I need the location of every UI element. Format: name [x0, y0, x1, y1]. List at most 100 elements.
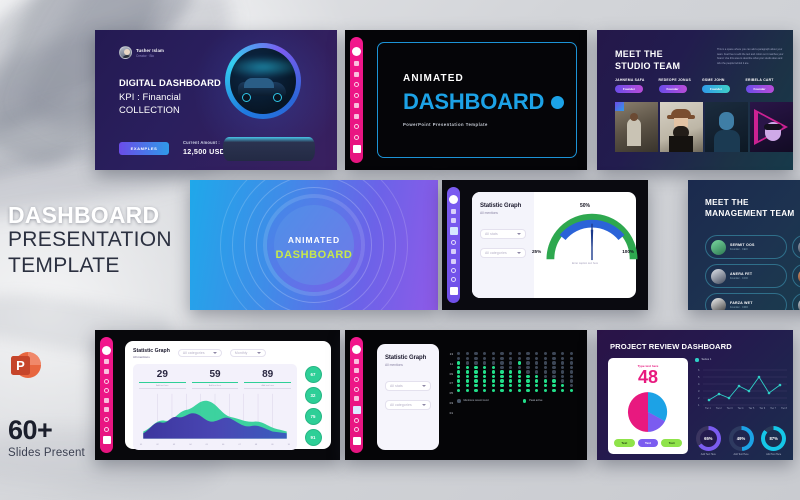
filter-dropdown-stats[interactable]: All stats: [385, 380, 431, 391]
avatar: [711, 239, 726, 255]
list-item[interactable]: REDEOPE JONAS Founder: [658, 78, 697, 93]
donut-item[interactable]: 65% Add Text Here: [695, 426, 722, 456]
list-item[interactable]: ANERA FET Founder · COO: [705, 264, 787, 288]
heatmap-dot: [491, 374, 496, 379]
user-icon[interactable]: [352, 345, 361, 355]
list-icon[interactable]: [451, 218, 456, 224]
member-meta: Founder · CMO: [730, 306, 749, 309]
management-title-line-1: MEET THE: [705, 198, 749, 207]
list-item[interactable]: GSME JOHN Founder: [702, 78, 740, 93]
heatmap-dot: [534, 388, 539, 393]
member-photo[interactable]: [615, 102, 658, 152]
target-icon[interactable]: [354, 92, 359, 98]
document-icon[interactable]: [102, 436, 111, 445]
filter-dropdown-categories[interactable]: All categories: [177, 349, 222, 358]
author-meta: Creator · Bio: [136, 53, 155, 58]
slide-digital-dashboard-kpi[interactable]: Tusher Islam Creator · Bio DIGITAL DASHB…: [95, 30, 337, 170]
user-icon[interactable]: [352, 46, 361, 56]
menu-icon[interactable]: [354, 61, 359, 67]
member-photo[interactable]: [705, 102, 748, 152]
document-icon[interactable]: [449, 286, 458, 295]
badge[interactable]: 67: [304, 365, 322, 383]
gauge-icon[interactable]: [104, 378, 109, 384]
heatmap-dot: [534, 361, 539, 365]
list-icon[interactable]: [104, 368, 109, 374]
user-icon[interactable]: [449, 195, 458, 205]
slide-animated-dashboard-dark[interactable]: ANIMATED DASHBOARD PowerPoint Presentati…: [345, 30, 587, 170]
gauge-icon[interactable]: [354, 82, 359, 88]
badge[interactable]: 32: [304, 386, 322, 404]
list-item[interactable]: BERLIN KOS Founder · CIO: [792, 293, 800, 310]
target-icon[interactable]: [451, 239, 456, 245]
slide-statistic-graph-gauge[interactable]: Statistic Graph All mentions All stats A…: [442, 180, 648, 310]
heatmap-dot: [534, 352, 539, 356]
gauge-icon[interactable]: [354, 377, 359, 383]
moon-icon[interactable]: [451, 267, 456, 273]
bars-icon[interactable]: [352, 405, 361, 414]
list-item[interactable]: DEMI HAL Founder · CTO: [792, 235, 800, 259]
slide-meet-the-management-team[interactable]: MEET THE MANAGEMENT TEAM SERMIT OOS Foun…: [688, 180, 800, 310]
menu-icon[interactable]: [354, 358, 359, 364]
circle-icon[interactable]: [104, 426, 109, 432]
list-item[interactable]: MARTI SEL Founder · CFO: [792, 264, 800, 288]
filter-dropdown-categories[interactable]: All categories: [480, 247, 526, 258]
list-item[interactable]: JAHNEMA SAFA Founder: [615, 78, 653, 93]
bars-icon[interactable]: [354, 113, 359, 119]
target-icon[interactable]: [104, 388, 109, 394]
circle-icon[interactable]: [354, 134, 359, 140]
slide-nav-rail[interactable]: [447, 187, 460, 303]
list-item[interactable]: ERIBELA CART Founder: [745, 78, 784, 93]
chart-icon[interactable]: [104, 397, 109, 403]
filter-dropdown-period[interactable]: Monthly: [229, 349, 266, 358]
moon-icon[interactable]: [104, 417, 109, 422]
chevron-down-icon: [517, 232, 521, 235]
user-icon[interactable]: [102, 345, 111, 355]
heatmap-dot: [465, 356, 470, 360]
text-button[interactable]: Text: [614, 438, 635, 447]
donut-item[interactable]: 49% Add Text Here: [728, 426, 755, 456]
moon-icon[interactable]: [354, 417, 359, 423]
menu-icon[interactable]: [104, 359, 109, 365]
heatmap-dot: [457, 356, 461, 360]
slide-statistic-graph-area[interactable]: Statistic Graph All mentions All categor…: [95, 330, 340, 460]
slide-nav-rail[interactable]: [350, 37, 363, 163]
document-icon[interactable]: [352, 436, 361, 445]
circle-icon[interactable]: [451, 277, 456, 283]
text-button[interactable]: Text: [661, 438, 683, 447]
bars-icon[interactable]: [104, 407, 109, 413]
list-icon[interactable]: [354, 368, 359, 374]
chart-icon[interactable]: [354, 396, 359, 402]
slide-project-review-dashboard[interactable]: PROJECT REVIEW DASHBOARD Type text here …: [597, 330, 793, 460]
slide-statistic-graph-dots[interactable]: Statistic Graph All mentions All stats A…: [345, 330, 587, 460]
list-item[interactable]: FARZA WET Founder · CMO: [705, 293, 787, 310]
slide-animated-dashboard-gradient[interactable]: ANIMATED DASHBOARD: [190, 180, 438, 310]
heatmap-dot: [534, 365, 539, 370]
slide-nav-rail[interactable]: [100, 337, 113, 453]
circle-icon[interactable]: [354, 427, 359, 433]
filter-dropdown-categories[interactable]: All categories: [385, 399, 431, 410]
list-item[interactable]: SERMIT OOS Founder · CEO: [705, 235, 787, 259]
member-photo[interactable]: [750, 102, 793, 152]
member-name: ANERA FET: [730, 272, 753, 276]
badge[interactable]: 75: [304, 407, 322, 425]
badge[interactable]: 91: [304, 428, 322, 446]
kpi-value: 89: [262, 368, 274, 380]
document-icon[interactable]: [352, 145, 361, 154]
menu-icon[interactable]: [451, 208, 456, 214]
management-title: MEET THE MANAGEMENT TEAM: [705, 197, 795, 220]
slide-meet-the-studio-team[interactable]: MEET THE STUDIO TEAM This is a space whe…: [597, 30, 793, 170]
chart-icon[interactable]: [451, 249, 456, 255]
text-button[interactable]: Text: [637, 438, 659, 447]
donut-item[interactable]: 87% Add Text Here: [760, 426, 787, 456]
heatmap-dot: [543, 388, 547, 393]
slide-nav-rail[interactable]: [350, 337, 363, 453]
filter-dropdown-stats[interactable]: All stats: [480, 228, 526, 239]
examples-button[interactable]: EXAMPLES: [119, 142, 169, 155]
target-icon[interactable]: [354, 386, 359, 392]
member-photo[interactable]: [660, 102, 703, 152]
moon-icon[interactable]: [354, 124, 359, 130]
chart-icon[interactable]: [354, 103, 359, 109]
list-icon[interactable]: [354, 71, 359, 77]
bars-icon[interactable]: [451, 258, 456, 264]
gauge-icon[interactable]: [449, 227, 458, 236]
